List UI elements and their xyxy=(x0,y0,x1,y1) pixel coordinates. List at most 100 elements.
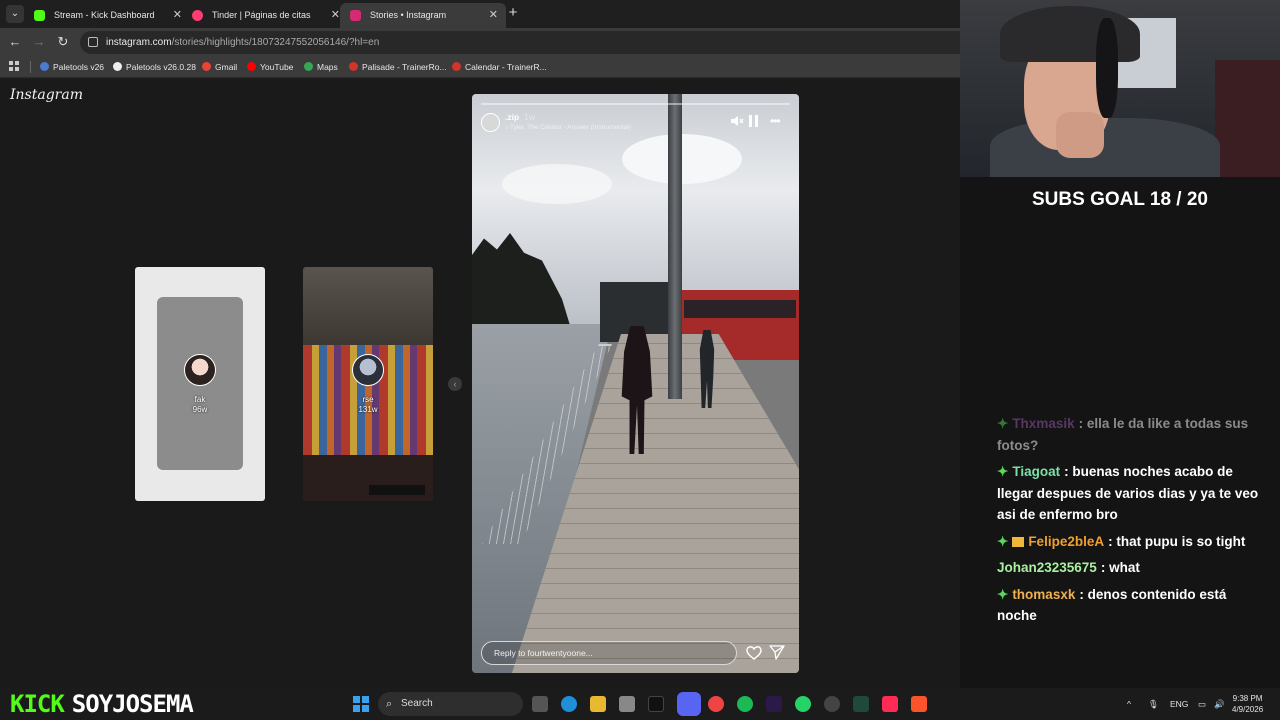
kick-brand: KICK SOYJOSEMA xyxy=(10,688,194,720)
tab-tinder[interactable]: Tinder | Páginas de citas ✕ xyxy=(182,3,348,28)
subs-goal: SUBS GOAL 18 / 20 xyxy=(1032,189,1208,210)
network-icon[interactable]: ▭ xyxy=(1198,688,1206,720)
story-preview-2[interactable]: rse 131w xyxy=(303,267,433,501)
bookmark-maps[interactable]: Maps xyxy=(304,56,338,78)
close-icon[interactable]: ✕ xyxy=(173,3,182,28)
apps-grid-icon[interactable] xyxy=(9,61,20,72)
story-reply-input[interactable]: Reply to fourtwentyoone... xyxy=(481,641,737,665)
chat-username[interactable]: thomasxk xyxy=(1012,587,1075,602)
trainerroad-icon xyxy=(452,62,461,71)
volume-icon[interactable]: 🔊 xyxy=(1214,688,1225,720)
tab-instagram-stories[interactable]: Stories • Instagram ✕ xyxy=(340,3,506,28)
preview-username: fak xyxy=(194,395,206,404)
back-arrow-icon[interactable]: ← xyxy=(6,33,24,51)
tab-title: Tinder | Páginas de citas xyxy=(212,10,311,20)
chat-message: ✦ thomasxk: denos contenido está noche xyxy=(997,584,1267,627)
preview-time: 131w xyxy=(358,405,378,414)
tab-title: Stream - Kick Dashboard xyxy=(54,10,155,20)
spotify-icon[interactable] xyxy=(737,696,753,712)
taskbar: KICK SOYJOSEMA ⌕ Search ^ 🎙 ENG ▭ 🔊 9:38 P… xyxy=(0,688,1280,720)
preview-caption xyxy=(369,485,425,495)
settings-gear-icon[interactable] xyxy=(824,696,840,712)
system-clock[interactable]: 9:38 PM 4/9/2026 xyxy=(1232,693,1263,715)
bookmark-label: Calendar - TrainerR... xyxy=(465,62,547,72)
instagram-favicon-icon xyxy=(350,10,361,21)
discord-icon[interactable] xyxy=(677,692,701,716)
previous-story-chevron-icon[interactable]: ‹ xyxy=(448,377,462,391)
bookmarks-bar: Paletools v26 Paletools v26.0.28 Gmail Y… xyxy=(0,56,960,78)
tiktok-icon[interactable] xyxy=(648,696,664,712)
chat-text: : that pupu is so tight xyxy=(1108,533,1246,549)
bookmark-paletools-v26-0-28[interactable]: Paletools v26.0.28 xyxy=(113,56,196,78)
new-tab-button[interactable]: + xyxy=(506,4,520,22)
send-icon[interactable] xyxy=(769,645,785,660)
chat-text: : what xyxy=(1100,560,1140,575)
preview-photo-ceiling xyxy=(303,267,433,347)
bookmark-gmail[interactable]: Gmail xyxy=(202,56,237,78)
story-viewer[interactable]: .zip 1w ♪ Tyler, The Creator - Answer (I… xyxy=(472,94,799,673)
chat-username[interactable]: Johan23235675 xyxy=(997,560,1097,575)
site-info-icon[interactable] xyxy=(88,37,98,47)
search-icon: ⌕ xyxy=(386,698,393,710)
story-author-avatar[interactable] xyxy=(481,113,500,132)
windows-start-icon[interactable] xyxy=(353,696,369,712)
task-view-icon[interactable] xyxy=(532,696,548,712)
bookmark-palisade[interactable]: Palisade - TrainerRo... xyxy=(349,56,447,78)
screen: ⌄ Stream - Kick Dashboard ✕ Tinder | Pág… xyxy=(0,0,1280,720)
forward-arrow-icon[interactable]: → xyxy=(30,33,48,51)
story-music-title: Tyler, The Creator - Answer (Instrumenta… xyxy=(509,124,631,131)
tab-search-button[interactable]: ⌄ xyxy=(6,5,24,23)
browser-toolbar: ← → ↻ instagram.com/stories/highlights/1… xyxy=(0,28,960,56)
instagram-page: Instagram fak 96w rse 131w ‹ .zip 1w ♪ T… xyxy=(0,79,960,688)
pause-icon[interactable] xyxy=(749,115,759,127)
url-text: instagram.com/stories/highlights/1807324… xyxy=(106,31,379,54)
chat-username[interactable]: Tiagoat xyxy=(1012,464,1060,479)
story-photo-cloud xyxy=(502,164,612,204)
webcam-headset xyxy=(1096,18,1118,118)
chrome-icon[interactable] xyxy=(708,696,724,712)
chat-message: ✦ Thxmasik: ella le da like a todas sus f… xyxy=(997,413,1267,456)
close-icon[interactable]: ✕ xyxy=(489,3,498,28)
bookmark-label: Gmail xyxy=(215,62,238,72)
premiere-icon[interactable] xyxy=(766,696,782,712)
language-indicator[interactable]: ENG xyxy=(1170,688,1188,720)
chat-username[interactable]: Felipe2bleA xyxy=(1028,534,1104,549)
story-photo-pole xyxy=(668,94,682,399)
clock-date: 4/9/2026 xyxy=(1232,705,1264,714)
bookmark-paletools-v26[interactable]: Paletools v26 xyxy=(40,56,104,78)
more-options-icon[interactable]: ••• xyxy=(770,114,786,128)
address-bar[interactable]: instagram.com/stories/highlights/1807324… xyxy=(80,31,960,54)
chat-message: ✦ Tiagoat: buenas noches acabo de llegar … xyxy=(997,461,1267,526)
chat-username[interactable]: Thxmasik xyxy=(1012,416,1074,431)
bookmark-label: Paletools v26 xyxy=(53,62,105,72)
close-icon[interactable]: ✕ xyxy=(331,3,340,28)
heart-icon[interactable] xyxy=(746,645,762,660)
webcam-feed xyxy=(960,0,1280,177)
store-icon[interactable] xyxy=(619,696,635,712)
show-hidden-icons-chevron-icon[interactable]: ^ xyxy=(1127,688,1131,720)
tinder-favicon-icon xyxy=(192,10,203,21)
story-preview-1[interactable]: fak 96w xyxy=(135,267,265,501)
bookmark-calendar[interactable]: Calendar - TrainerR... xyxy=(452,56,547,78)
bookmark-label: Maps xyxy=(317,62,338,72)
muted-speaker-icon[interactable] xyxy=(730,114,744,128)
terminal-icon[interactable] xyxy=(853,696,869,712)
tab-title: Stories • Instagram xyxy=(370,10,447,20)
bookmark-youtube[interactable]: YouTube xyxy=(247,56,293,78)
tab-kick-dashboard[interactable]: Stream - Kick Dashboard ✕ xyxy=(24,3,190,28)
bookmark-label: Paletools v26.0.28 xyxy=(126,62,196,72)
url-path: /stories/highlights/18073247552056146/?h… xyxy=(171,37,380,48)
edge-browser-icon[interactable] xyxy=(561,696,577,712)
file-explorer-icon[interactable] xyxy=(590,696,606,712)
brave-browser-icon[interactable] xyxy=(911,696,927,712)
microphone-icon[interactable]: 🎙 xyxy=(1148,688,1159,720)
whatsapp-icon[interactable] xyxy=(795,696,811,712)
story-username[interactable]: .zip xyxy=(505,112,519,122)
reload-icon[interactable]: ↻ xyxy=(54,33,72,51)
tiktok-studio-icon[interactable] xyxy=(882,696,898,712)
crown-badge-icon xyxy=(1012,536,1025,547)
taskbar-search[interactable]: ⌕ Search xyxy=(378,692,523,716)
story-music[interactable]: ♪ Tyler, The Creator - Answer (Instrumen… xyxy=(505,124,631,131)
instagram-logo[interactable]: Instagram xyxy=(10,87,83,103)
subscriber-badge-icon: ✦ xyxy=(997,586,1009,602)
